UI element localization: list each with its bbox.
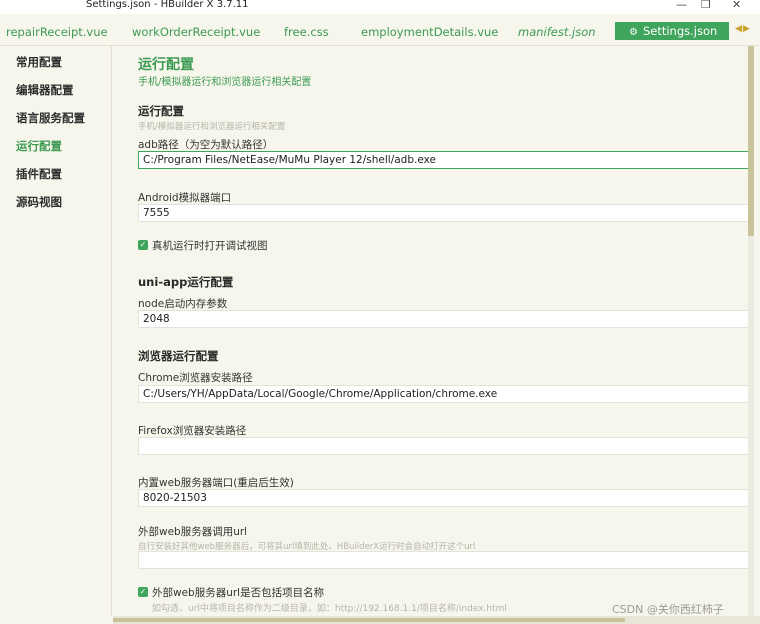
debug-view-option[interactable]: ✓ 真机运行时打开调试视图 [138, 239, 268, 253]
debug-view-checkbox[interactable]: ✓ [138, 240, 148, 250]
tab-manifest[interactable]: manifest.json [518, 22, 596, 42]
horizontal-scroll-thumb[interactable] [113, 618, 625, 622]
web-port-input[interactable]: 8020-21503 [138, 489, 750, 507]
csdn-watermark: CSDN @关你西红柿子 [612, 603, 724, 616]
horizontal-scrollbar[interactable] [113, 616, 760, 624]
adb-path-label: adb路径（为空为默认路径） [138, 139, 274, 151]
gear-icon: ⚙ [629, 27, 638, 38]
sidebar-item-general[interactable]: 常用配置 [16, 53, 62, 71]
external-web-url-label: 外部web服务器调用url [138, 526, 248, 538]
tab-bar: repairReceipt.vue workOrderReceipt.vue f… [0, 14, 760, 46]
page-subtitle: 手机/模拟器运行和浏览器运行相关配置 [138, 77, 312, 88]
tab-scroll-arrows-icon[interactable]: ◀▶ [735, 24, 751, 34]
uniapp-section-title: uni-app运行配置 [138, 275, 234, 289]
android-port-label: Android模拟器端口 [138, 192, 232, 204]
settings-sidebar: 常用配置 编辑器配置 语言服务配置 运行配置 插件配置 源码视图 [0, 46, 112, 616]
include-project-name-hint: 如勾选，url中将项目名称作为二级目录，如：http://192.168.1.1… [152, 604, 507, 614]
include-project-name-checkbox[interactable]: ✓ [138, 587, 148, 597]
tab-employmentdetails[interactable]: employmentDetails.vue [361, 22, 498, 42]
minimize-icon[interactable]: — [676, 0, 687, 11]
adb-path-input[interactable]: C:/Program Files/NetEase/MuMu Player 12/… [138, 151, 750, 169]
firefox-path-label: Firefox浏览器安装路径 [138, 425, 247, 437]
node-memory-label: node启动内存参数 [138, 298, 228, 310]
title-bar: Settings.json - HBuilder X 3.7.11 — ❐ ✕ [0, 0, 760, 14]
close-icon[interactable]: ✕ [732, 0, 741, 11]
include-project-name-option[interactable]: ✓ 外部web服务器url是否包括项目名称 [138, 586, 324, 600]
external-web-url-input[interactable] [138, 551, 750, 569]
sidebar-item-run[interactable]: 运行配置 [16, 137, 62, 155]
sidebar-item-source-view[interactable]: 源码视图 [16, 193, 62, 211]
vertical-scrollbar[interactable] [748, 46, 754, 616]
sidebar-item-editor[interactable]: 编辑器配置 [16, 81, 74, 99]
run-section-title: 运行配置 [138, 104, 184, 118]
window-title: Settings.json - HBuilder X 3.7.11 [86, 0, 249, 10]
include-project-name-label: 外部web服务器url是否包括项目名称 [152, 587, 325, 599]
tab-workorderreceipt[interactable]: workOrderReceipt.vue [132, 22, 260, 42]
browser-section-title: 浏览器运行配置 [138, 349, 219, 363]
chrome-path-input[interactable]: C:/Users/YH/AppData/Local/Google/Chrome/… [138, 385, 750, 403]
tab-settings-label: Settings.json [642, 24, 718, 38]
web-port-label: 内置web服务器端口(重启后生效) [138, 477, 294, 489]
tab-settings[interactable]: ⚙ Settings.json [615, 22, 729, 40]
chrome-path-label: Chrome浏览器安装路径 [138, 372, 253, 384]
maximize-icon[interactable]: ❐ [701, 0, 711, 11]
settings-content: 运行配置 手机/模拟器运行和浏览器运行相关配置 运行配置 手机/模拟器运行和浏览… [113, 46, 760, 616]
run-section-subtitle: 手机/模拟器运行和浏览器运行相关配置 [138, 122, 286, 132]
sidebar-item-language-service[interactable]: 语言服务配置 [16, 109, 85, 127]
debug-view-label: 真机运行时打开调试视图 [152, 240, 268, 252]
tab-free-css[interactable]: free.css [284, 22, 329, 42]
android-port-input[interactable]: 7555 [138, 204, 750, 222]
vertical-scroll-thumb[interactable] [748, 46, 754, 236]
firefox-path-input[interactable] [138, 437, 750, 455]
page-title: 运行配置 [138, 57, 194, 73]
tab-repairreceipt[interactable]: repairReceipt.vue [6, 22, 108, 42]
sidebar-item-plugins[interactable]: 插件配置 [16, 165, 62, 183]
node-memory-input[interactable]: 2048 [138, 310, 750, 328]
